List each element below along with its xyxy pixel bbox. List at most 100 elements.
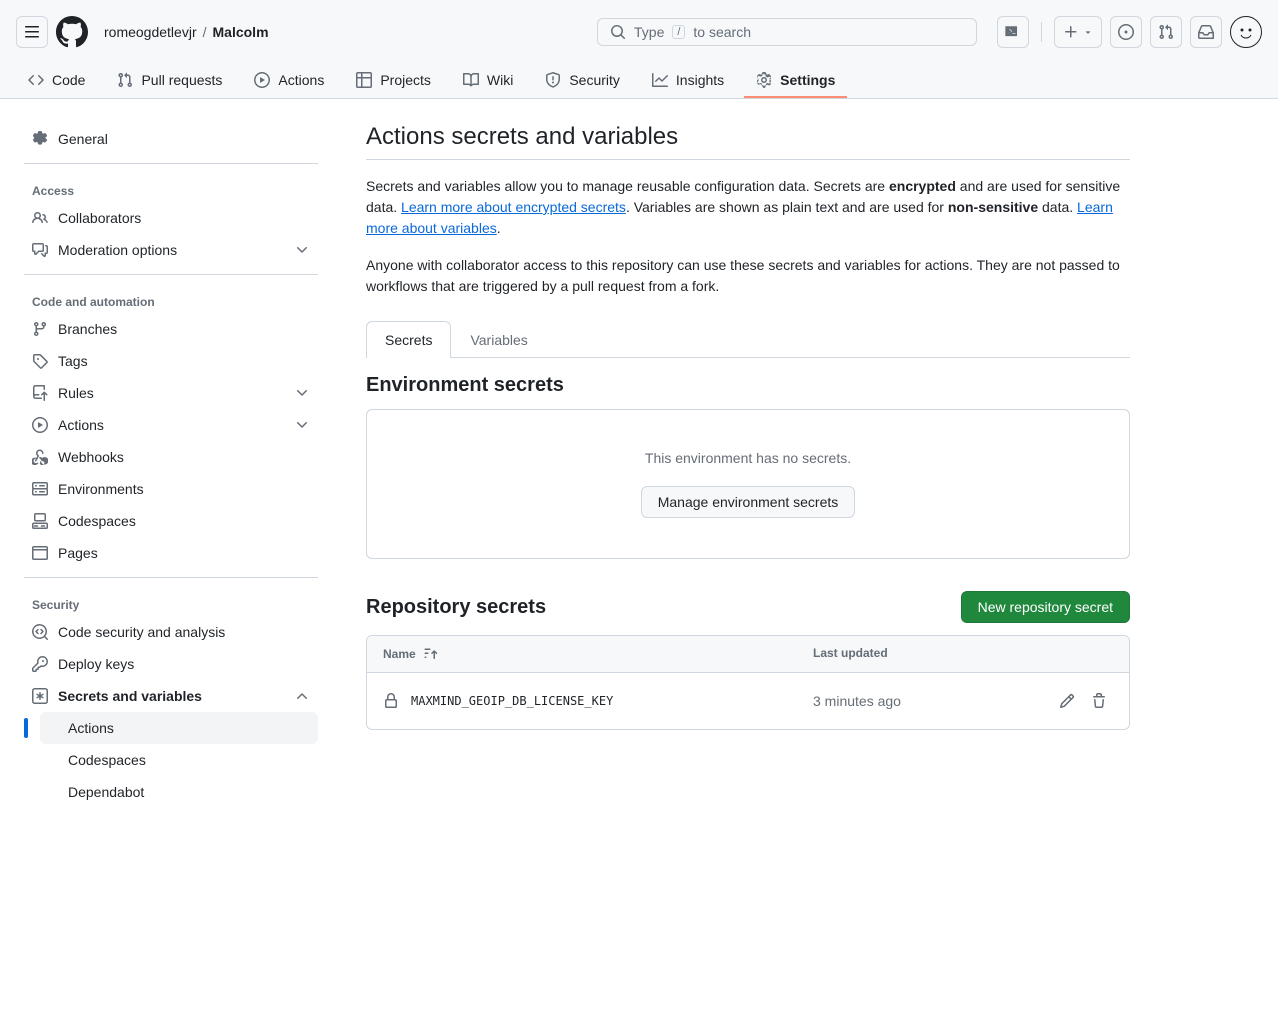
new-repository-secret-button[interactable]: New repository secret: [961, 591, 1130, 623]
issue-opened-icon: [1118, 24, 1134, 40]
intro-text-part: .: [497, 220, 501, 236]
gear-icon: [32, 131, 48, 147]
command-palette-button[interactable]: [997, 16, 1029, 48]
intro-text-strong: non-sensitive: [948, 199, 1038, 215]
tab-wiki[interactable]: Wiki: [451, 64, 525, 98]
tab-projects[interactable]: Projects: [344, 64, 443, 98]
sidebar-item-deploy-keys[interactable]: Deploy keys: [24, 648, 318, 680]
sidebar-item-actions[interactable]: Actions: [24, 409, 318, 441]
sidebar-item-environments[interactable]: Environments: [24, 473, 318, 505]
tab-code[interactable]: Code: [16, 64, 97, 98]
sidebar-item-webhooks[interactable]: Webhooks: [24, 441, 318, 473]
sidebar-item-general[interactable]: General: [24, 123, 318, 155]
tab-pulls[interactable]: Pull requests: [105, 64, 234, 98]
search-input[interactable]: Type / to search: [597, 18, 977, 46]
tab-insights[interactable]: Insights: [640, 64, 736, 98]
tab-security[interactable]: Security: [533, 64, 632, 98]
sidebar-item-collaborators[interactable]: Collaborators: [24, 202, 318, 234]
tab-variables[interactable]: Variables: [451, 321, 546, 358]
search-icon: [610, 24, 626, 40]
search-placeholder-pre: Type: [634, 24, 664, 40]
sidebar-item-label: Tags: [58, 353, 88, 369]
repo-push-icon: [32, 385, 48, 401]
sidebar-item-tags[interactable]: Tags: [24, 345, 318, 377]
col-name-label: Name: [383, 647, 416, 661]
server-icon: [32, 481, 48, 497]
sidebar-sub-item-actions[interactable]: Actions: [40, 712, 318, 744]
environment-secrets-blankslate: This environment has no secrets. Manage …: [366, 409, 1130, 559]
sidebar-item-rules[interactable]: Rules: [24, 377, 318, 409]
sidebar-sub-item-dependabot[interactable]: Dependabot: [40, 776, 318, 808]
tab-settings-label: Settings: [780, 72, 835, 88]
create-new-button[interactable]: [1054, 16, 1102, 48]
hamburger-menu[interactable]: [16, 16, 48, 48]
secrets-variables-tabs: Secrets Variables: [366, 321, 1130, 358]
owner-link[interactable]: romeogdetlevjr: [104, 24, 197, 40]
comment-discussion-icon: [32, 242, 48, 258]
intro-text: Secrets and variables allow you to manag…: [366, 176, 1130, 297]
col-name-header[interactable]: Name: [383, 646, 813, 662]
repo-link[interactable]: Malcolm: [213, 24, 269, 40]
sidebar-item-label: Environments: [58, 481, 144, 497]
sidebar-item-label: Codespaces: [68, 752, 146, 768]
sidebar-item-label: Dependabot: [68, 784, 144, 800]
play-icon: [32, 417, 48, 433]
tab-secrets[interactable]: Secrets: [366, 321, 451, 358]
intro-text-part: data.: [1038, 199, 1077, 215]
learn-secrets-link[interactable]: Learn more about encrypted secrets: [401, 199, 626, 215]
issues-button[interactable]: [1110, 16, 1142, 48]
notifications-button[interactable]: [1190, 16, 1222, 48]
git-branch-icon: [32, 321, 48, 337]
tab-wiki-label: Wiki: [487, 72, 513, 88]
repo-tabs: Code Pull requests Actions Projects Wiki…: [16, 64, 1262, 98]
chevron-down-icon: [294, 417, 310, 433]
graph-icon: [652, 72, 668, 88]
delete-secret-button[interactable]: [1085, 687, 1113, 715]
secret-row: MAXMIND_GEOIP_DB_LICENSE_KEY 3 minutes a…: [367, 673, 1129, 729]
sidebar-item-label: Codespaces: [58, 513, 136, 529]
tab-actions-label: Actions: [278, 72, 324, 88]
sidebar-item-secrets-vars[interactable]: Secrets and variables: [24, 680, 318, 712]
tab-insights-label: Insights: [676, 72, 724, 88]
chevron-down-icon: [294, 242, 310, 258]
sidebar-item-label: Rules: [58, 385, 94, 401]
search-placeholder-post: to search: [693, 24, 751, 40]
pencil-icon: [1059, 693, 1075, 709]
shield-icon: [545, 72, 561, 88]
sidebar-item-moderation[interactable]: Moderation options: [24, 234, 318, 266]
manage-environment-secrets-button[interactable]: Manage environment secrets: [641, 486, 856, 518]
play-icon: [254, 72, 270, 88]
codespaces-icon: [32, 513, 48, 529]
sidebar-item-branches[interactable]: Branches: [24, 313, 318, 345]
sidebar-item-label: Branches: [58, 321, 117, 337]
intro-text-2: Anyone with collaborator access to this …: [366, 255, 1130, 297]
github-logo[interactable]: [56, 16, 88, 48]
sidebar-heading-security: Security: [24, 586, 318, 616]
tab-actions[interactable]: Actions: [242, 64, 336, 98]
avatar-icon: [1234, 20, 1258, 44]
pull-requests-button[interactable]: [1150, 16, 1182, 48]
tab-settings[interactable]: Settings: [744, 64, 847, 98]
trash-icon: [1091, 693, 1107, 709]
plus-icon: [1063, 24, 1079, 40]
edit-secret-button[interactable]: [1053, 687, 1081, 715]
tab-security-label: Security: [569, 72, 620, 88]
git-pull-request-icon: [117, 72, 133, 88]
sidebar-sub-item-codespaces[interactable]: Codespaces: [40, 744, 318, 776]
sidebar-heading-access: Access: [24, 172, 318, 202]
sidebar-item-codespaces[interactable]: Codespaces: [24, 505, 318, 537]
col-updated-header: Last updated: [813, 646, 1033, 662]
user-avatar[interactable]: [1230, 16, 1262, 48]
three-bars-icon: [24, 24, 40, 40]
main-layout: General Access Collaborators Moderation …: [0, 99, 1278, 840]
webhook-icon: [32, 449, 48, 465]
sidebar-item-label: Code security and analysis: [58, 624, 225, 640]
tab-code-label: Code: [52, 72, 85, 88]
sidebar-item-code-security[interactable]: Code security and analysis: [24, 616, 318, 648]
header-row: romeogdetlevjr / Malcolm Type / to searc…: [16, 16, 1262, 48]
sidebar-item-label: Actions: [58, 417, 104, 433]
sidebar-item-pages[interactable]: Pages: [24, 537, 318, 569]
sidebar-item-label: Actions: [68, 720, 114, 736]
sidebar-heading-code: Code and automation: [24, 283, 318, 313]
table-icon: [356, 72, 372, 88]
